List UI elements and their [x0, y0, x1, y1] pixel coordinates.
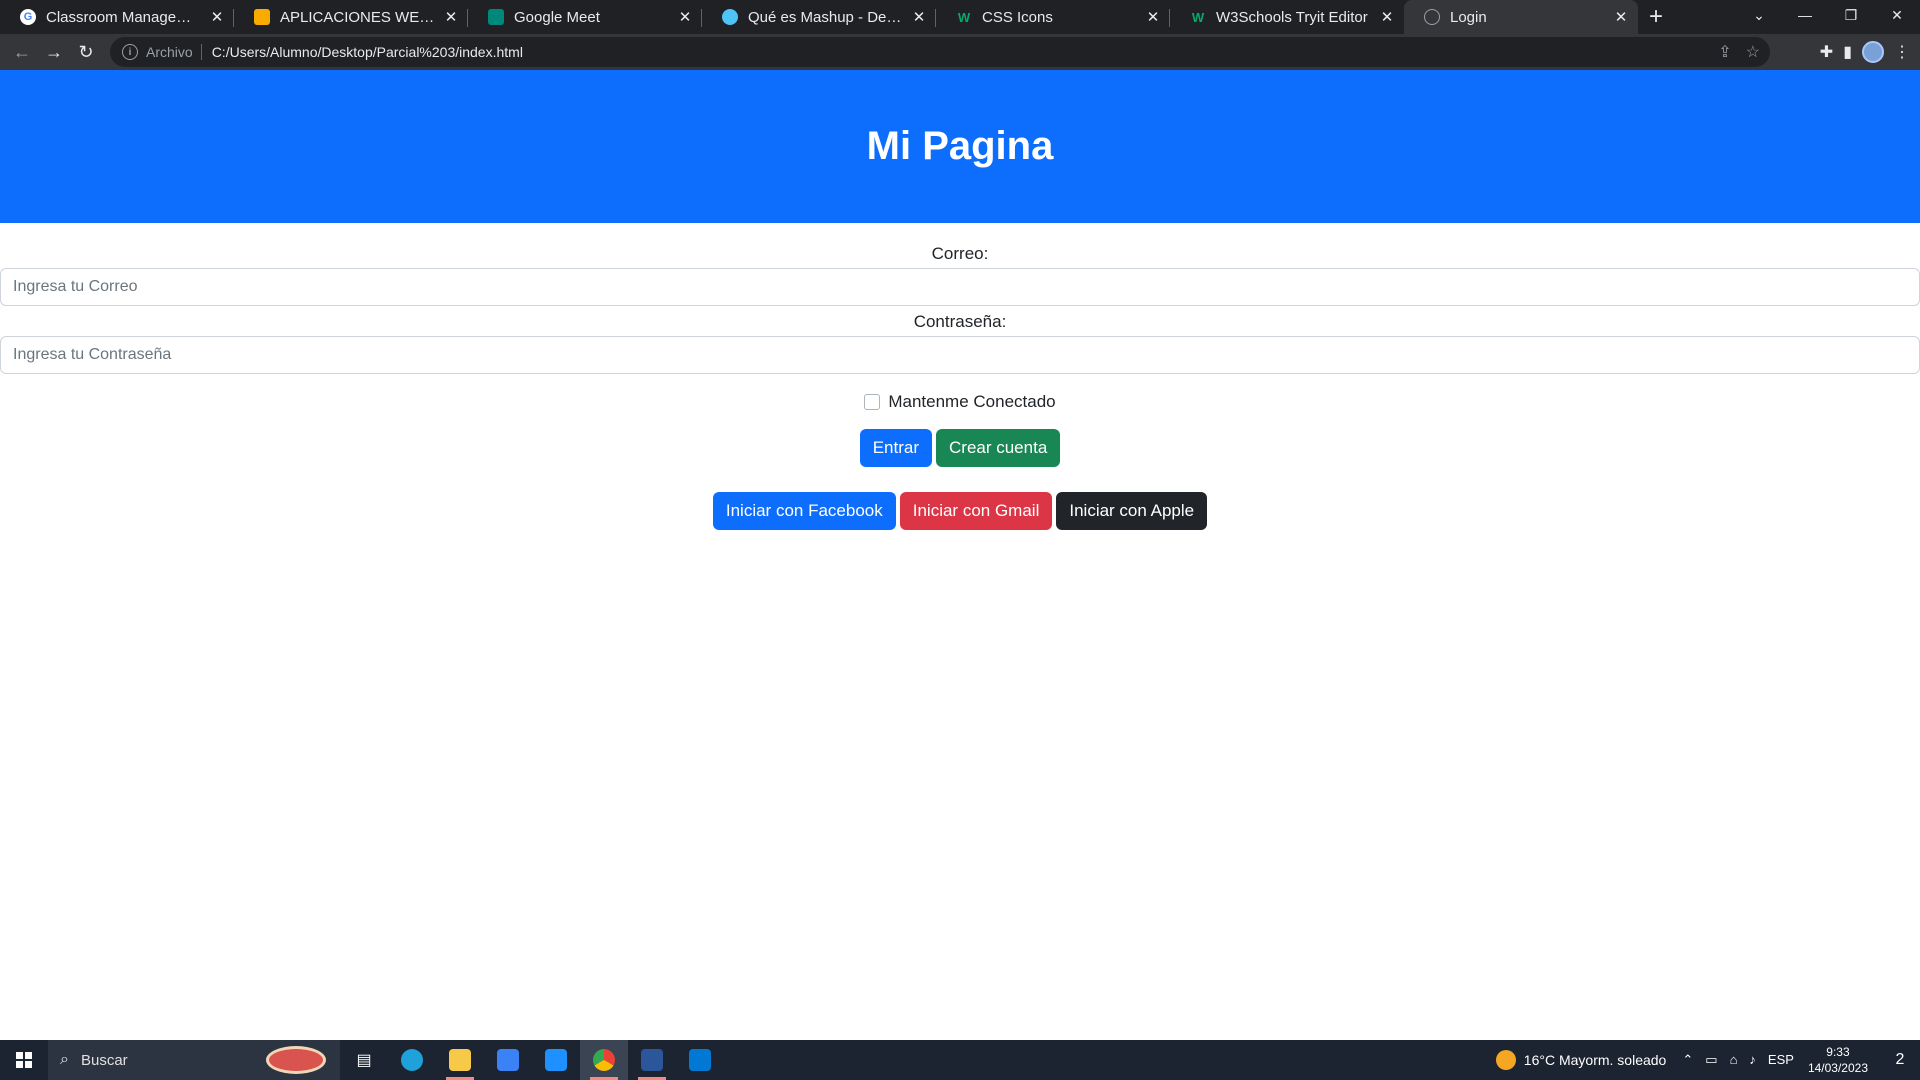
globe-icon [1424, 9, 1440, 25]
page-title: Mi Pagina [866, 124, 1054, 168]
gmail-login-button[interactable]: Iniciar con Gmail [899, 492, 1053, 530]
tab-title: CSS Icons [982, 8, 1053, 26]
browser-tab[interactable]: Qué es Mashup - Definición, sig ✕ [702, 0, 936, 34]
close-tab-icon[interactable]: ✕ [208, 8, 226, 26]
address-bar[interactable]: i Archivo C:/Users/Alumno/Desktop/Parcia… [110, 37, 1770, 67]
close-tab-icon[interactable]: ✕ [442, 8, 460, 26]
task-view-icon[interactable]: ▤ [340, 1040, 388, 1080]
tab-search-icon[interactable]: ⌄ [1736, 0, 1782, 30]
address-scheme: Archivo [146, 44, 193, 60]
tab-title: Classroom Management Tools & [46, 8, 202, 26]
notification-icon[interactable]: 2 [1880, 1040, 1920, 1080]
browser-toolbar: ← → ↻ i Archivo C:/Users/Alumno/Desktop/… [0, 34, 1920, 70]
battery-icon[interactable]: ▭ [1705, 1052, 1717, 1068]
share-icon[interactable]: ⇪ [1718, 42, 1731, 62]
clock-time: 9:33 [1826, 1045, 1850, 1059]
password-field[interactable] [0, 336, 1920, 374]
vscode-icon[interactable] [676, 1040, 724, 1080]
word-icon[interactable] [628, 1040, 676, 1080]
forward-icon[interactable]: → [38, 36, 70, 68]
info-icon[interactable]: i [122, 44, 138, 60]
clock[interactable]: 9:33 14/03/2023 [1808, 1044, 1868, 1076]
tab-title: Google Meet [514, 8, 600, 26]
email-field[interactable] [0, 268, 1920, 306]
extensions-icon[interactable]: ✚ [1820, 42, 1833, 62]
taskbar-search[interactable]: ⌕ Buscar [48, 1040, 340, 1080]
page-header: Mi Pagina [0, 70, 1920, 223]
search-icon: ⌕ [60, 1051, 69, 1068]
primary-actions: Entrar Crear cuenta [0, 429, 1920, 467]
apple-login-button[interactable]: Iniciar con Apple [1056, 492, 1208, 530]
clock-date: 14/03/2023 [1807, 1061, 1868, 1075]
address-divider [200, 44, 202, 60]
w3schools-icon: W [957, 9, 971, 25]
close-tab-icon[interactable]: ✕ [910, 8, 928, 26]
close-window-icon[interactable]: ✕ [1874, 0, 1920, 30]
tab-title: W3Schools Tryit Editor [1216, 8, 1368, 26]
restore-icon[interactable]: ❐ [1828, 0, 1874, 30]
reload-icon[interactable]: ↻ [70, 36, 102, 68]
toolbar-actions: ✚ ▮ ⋮ [1820, 36, 1910, 68]
edge-icon[interactable] [388, 1040, 436, 1080]
network-icon[interactable]: ⌂ [1730, 1052, 1738, 1068]
remember-me-checkbox[interactable] [864, 394, 881, 410]
taskbar-search-text: Buscar [80, 1051, 128, 1069]
language-indicator[interactable]: ESP [1768, 1052, 1794, 1068]
address-url[interactable]: C:/Users/Alumno/Desktop/Parcial%203/inde… [212, 44, 523, 60]
side-panel-icon[interactable]: ▮ [1843, 42, 1852, 62]
email-label: Correo: [931, 244, 989, 263]
browser-tab[interactable]: APLICACIONES WEB OS TI4-1 ✕ [234, 0, 468, 34]
tab-title: Login [1450, 8, 1487, 26]
minimize-icon[interactable]: — [1782, 0, 1828, 30]
menu-icon[interactable]: ⋮ [1894, 42, 1910, 62]
browser-tab[interactable]: W W3Schools Tryit Editor ✕ [1170, 0, 1404, 34]
start-button[interactable] [0, 1040, 48, 1080]
browser-tab[interactable]: W CSS Icons ✕ [936, 0, 1170, 34]
tab-title: Qué es Mashup - Definición, sig [748, 8, 904, 26]
weather-sun-icon [1495, 1050, 1516, 1070]
close-tab-icon[interactable]: ✕ [676, 8, 694, 26]
browser-tab-strip: G Classroom Management Tools & ✕ APLICAC… [0, 0, 1920, 34]
create-account-button[interactable]: Crear cuenta [936, 429, 1061, 467]
close-tab-icon[interactable]: ✕ [1144, 8, 1162, 26]
facebook-login-button[interactable]: Iniciar con Facebook [712, 492, 896, 530]
close-tab-icon[interactable]: ✕ [1378, 8, 1396, 26]
globe-icon [722, 9, 738, 25]
tab-title: APLICACIONES WEB OS TI4-1 [280, 8, 436, 26]
system-tray: 16°C Mayorm. soleado ⌃ ▭ ⌂ ♪ ESP 9:33 14… [1495, 1040, 1920, 1080]
remember-me-label[interactable]: Mantenme Conectado [888, 392, 1055, 412]
search-highlight-icon[interactable] [266, 1046, 326, 1074]
omnibox-actions: ⇪ ☆ [1718, 37, 1760, 67]
browser-tab-active[interactable]: Login ✕ [1404, 0, 1638, 34]
browser-tab[interactable]: G Classroom Management Tools & ✕ [0, 0, 234, 34]
taskbar: ⌕ Buscar ▤ 16°C Mayorm. soleado ⌃ ▭ ⌂ ♪ … [0, 1040, 1920, 1080]
password-label: Contraseña: [913, 312, 1007, 331]
meet-icon [488, 9, 504, 25]
weather-text: 16°C Mayorm. soleado [1523, 1052, 1667, 1068]
window-controls: ⌄ — ❐ ✕ [1736, 0, 1920, 30]
weather-widget[interactable]: 16°C Mayorm. soleado [1495, 1050, 1667, 1070]
tray-icons: ⌃ ▭ ⌂ ♪ ESP [1682, 1052, 1794, 1068]
back-icon[interactable]: ← [6, 36, 38, 68]
windows-icon [16, 1052, 32, 1068]
file-explorer-icon[interactable] [436, 1040, 484, 1080]
notification-count: 2 [1895, 1051, 1905, 1068]
social-login-actions: Iniciar con Facebook Iniciar con Gmail I… [0, 492, 1920, 530]
mail-icon[interactable] [532, 1040, 580, 1080]
profile-avatar[interactable] [1862, 41, 1884, 63]
bookmark-star-icon[interactable]: ☆ [1746, 42, 1760, 62]
remember-me-row: Mantenme Conectado [0, 392, 1920, 412]
volume-icon[interactable]: ♪ [1749, 1052, 1756, 1068]
close-tab-icon[interactable]: ✕ [1612, 8, 1630, 26]
login-button[interactable]: Entrar [859, 429, 932, 467]
chevron-up-icon[interactable]: ⌃ [1682, 1052, 1693, 1068]
classroom-icon [254, 9, 270, 25]
google-icon: G [20, 9, 36, 25]
page-content: Mi Pagina Correo: Contraseña: Mantenme C… [0, 70, 1920, 1040]
w3schools-icon: W [1191, 9, 1205, 25]
store-icon[interactable] [484, 1040, 532, 1080]
browser-tab[interactable]: Google Meet ✕ [468, 0, 702, 34]
chrome-icon[interactable] [580, 1040, 628, 1080]
new-tab-button[interactable]: + [1638, 0, 1674, 34]
